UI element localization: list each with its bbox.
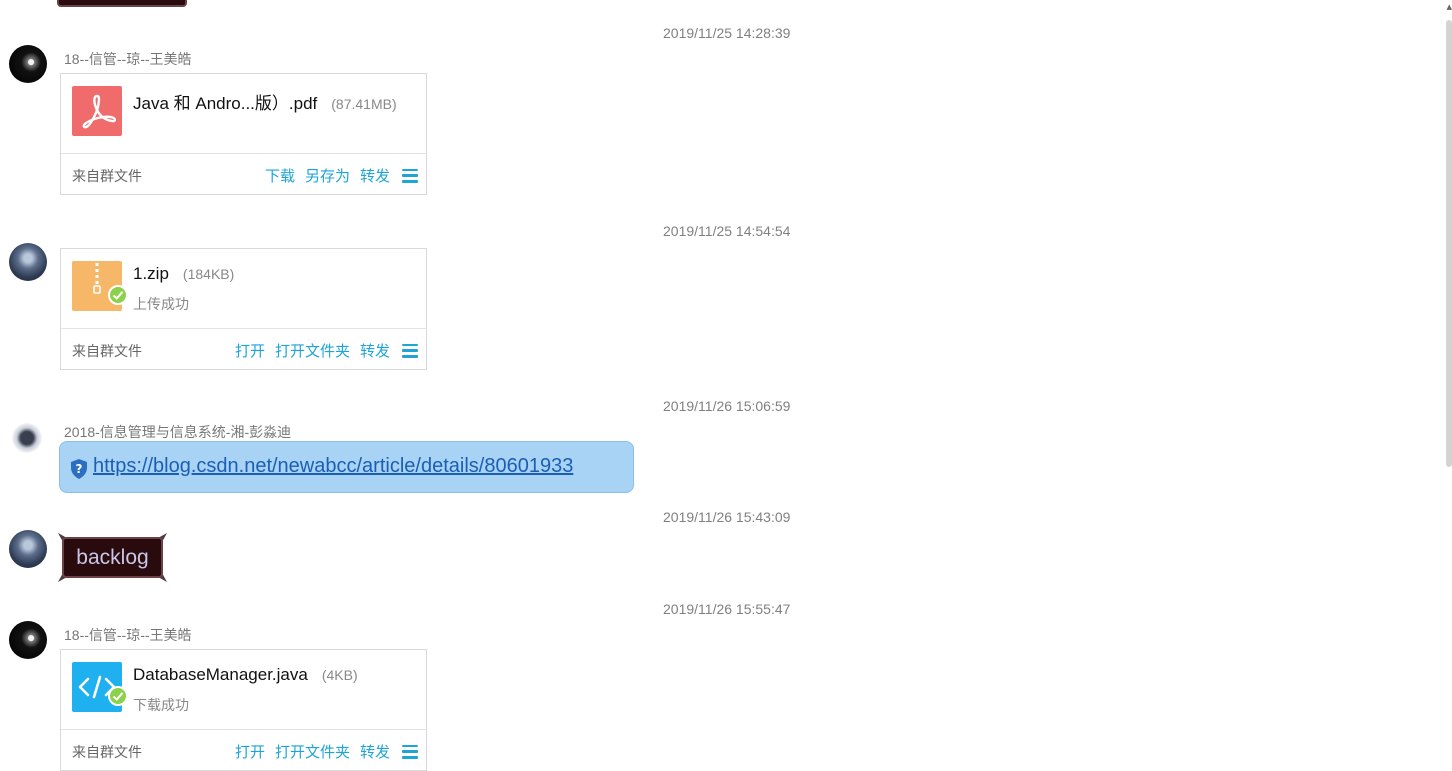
success-check-icon (108, 285, 128, 305)
forward-button[interactable]: 转发 (360, 340, 390, 361)
avatar[interactable] (12, 423, 42, 453)
open-folder-button[interactable]: 打开文件夹 (275, 340, 350, 361)
sender-name[interactable]: 2018-信息管理与信息系统-湘-彭淼迪 (64, 422, 291, 442)
file-name[interactable]: Java 和 Andro...版）.pdf (87.41MB) (133, 89, 397, 114)
file-size: (87.41MB) (331, 96, 397, 112)
file-name[interactable]: 1.zip (184KB) (133, 264, 234, 284)
file-origin: 来自群文件 (72, 343, 142, 359)
sticker-text: backlog (76, 546, 149, 569)
sender-name[interactable]: 18--信管--琼--王美皓 (64, 625, 192, 645)
file-size: (184KB) (182, 266, 235, 282)
avatar[interactable] (9, 45, 47, 83)
timestamp: 2019/11/26 15:55:47 (663, 601, 791, 617)
file-status: 下载成功 (133, 697, 189, 713)
menu-icon[interactable] (402, 744, 418, 759)
timestamp: 2019/11/26 15:06:59 (663, 398, 791, 414)
scrollbar-thumb[interactable] (1446, 20, 1452, 467)
sticker-message[interactable]: backlog (57, 532, 168, 583)
download-button[interactable]: 下载 (265, 165, 295, 186)
menu-icon[interactable] (402, 343, 418, 358)
shield-question-icon: ? (69, 458, 89, 485)
file-name[interactable]: DatabaseManager.java (4KB) (133, 665, 358, 685)
timestamp: 2019/11/25 14:54:54 (663, 223, 791, 239)
timestamp: 2019/11/25 14:28:39 (663, 25, 791, 41)
open-button[interactable]: 打开 (235, 340, 265, 361)
avatar[interactable] (9, 530, 47, 568)
avatar[interactable] (9, 243, 47, 281)
link-message-bubble[interactable]: ? https://blog.csdn.net/newabcc/article/… (59, 441, 634, 493)
forward-button[interactable]: 转发 (360, 165, 390, 186)
scroll-up-arrow[interactable]: ▴ (1446, 0, 1452, 13)
file-status: 上传成功 (133, 296, 189, 312)
file-size: (4KB) (321, 667, 358, 683)
success-check-icon (108, 686, 128, 706)
save-as-button[interactable]: 另存为 (305, 165, 350, 186)
forward-button[interactable]: 转发 (360, 741, 390, 762)
svg-text:?: ? (76, 462, 83, 476)
pdf-icon (72, 86, 122, 136)
file-origin: 来自群文件 (72, 744, 142, 760)
sender-name[interactable]: 18--信管--琼--王美皓 (64, 49, 192, 69)
avatar[interactable] (9, 621, 47, 659)
partial-sticker (57, 0, 187, 7)
file-card[interactable]: DatabaseManager.java (4KB) 下载成功 来自群文件 打开 … (60, 649, 427, 771)
file-card[interactable]: Java 和 Andro...版）.pdf (87.41MB) 来自群文件 下载 … (60, 73, 427, 195)
open-folder-button[interactable]: 打开文件夹 (275, 741, 350, 762)
menu-icon[interactable] (402, 168, 418, 183)
timestamp: 2019/11/26 15:43:09 (663, 509, 791, 525)
open-button[interactable]: 打开 (235, 741, 265, 762)
file-card[interactable]: 1.zip (184KB) 上传成功 来自群文件 打开 打开文件夹 转发 (60, 248, 427, 370)
file-origin: 来自群文件 (72, 168, 142, 184)
message-link[interactable]: https://blog.csdn.net/newabcc/article/de… (93, 455, 573, 478)
